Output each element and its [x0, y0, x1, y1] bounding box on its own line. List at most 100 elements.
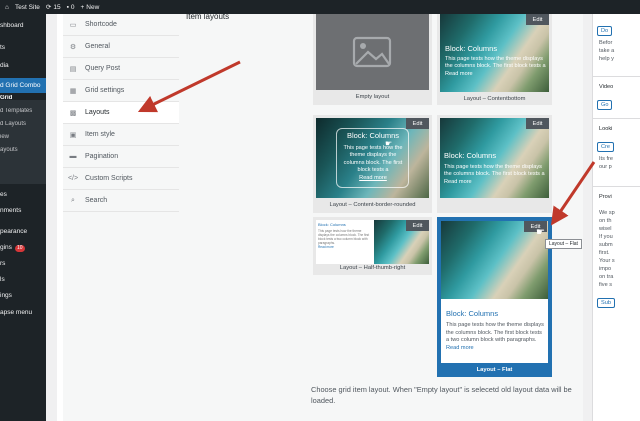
preview-text: This page tests how the theme displays t…	[343, 144, 403, 174]
sidebar-button-1[interactable]: Do	[597, 26, 613, 36]
new-content-link[interactable]: + New	[81, 4, 100, 11]
edit-button[interactable]: Edit	[526, 14, 549, 25]
preview-read-more: Read more	[359, 174, 387, 181]
tab-grid-settings[interactable]: ▦ Grid settings	[63, 80, 179, 102]
layout-card-border-rounded[interactable]: Block: Columns This page tests how the t…	[313, 115, 432, 213]
menu-pages[interactable]: es	[0, 191, 46, 198]
sidebar-text: our p	[599, 164, 612, 170]
preview-text: This page tests how the theme displays t…	[445, 55, 546, 70]
preview-title: Block: Columns	[444, 151, 497, 160]
updates-link[interactable]: ⟳ 15	[45, 3, 61, 12]
sidebar-text: on tra	[599, 274, 614, 280]
submenu-view[interactable]: iew	[0, 134, 46, 140]
edit-button[interactable]: Edit	[526, 118, 549, 129]
comments-count: 0	[70, 3, 75, 11]
sidebar-heading: Provi	[599, 194, 612, 200]
sidebar-button-4[interactable]: Sub	[597, 298, 615, 308]
sidebar-text: subm	[599, 242, 613, 248]
menu-plugins-label: gins	[0, 244, 12, 251]
sidebar-text: first.	[599, 250, 610, 256]
edit-button[interactable]: Edit	[406, 220, 429, 231]
tab-label: Custom Scripts	[85, 175, 133, 182]
settings-tabs: ▭ Shortcode ⚙ General ▤ Query Post ▦ Grid se…	[63, 14, 179, 421]
layout-card-flat[interactable]: Block: Columns This page tests how the t…	[437, 217, 552, 377]
sidebar-text: If you	[599, 234, 613, 240]
menu-settings[interactable]: ings	[0, 292, 46, 299]
layout-card-half-thumb-right[interactable]: Block: Columns This page tests how the t…	[313, 217, 432, 275]
flat-preview: Block: Columns This page tests how the t…	[441, 221, 548, 363]
menu-plugins[interactable]: gins 10	[0, 244, 46, 252]
search-icon: ⌕	[71, 196, 75, 204]
sidebar-heading: Looki	[599, 126, 613, 132]
image-placeholder-icon	[352, 36, 392, 68]
tab-label: Layouts	[85, 109, 110, 116]
sidebar-button-3[interactable]: Cre	[597, 142, 615, 152]
sidebar-text: We sp	[599, 210, 615, 216]
layout-card-contentbottom[interactable]: Block: Columns This page tests how the t…	[437, 14, 552, 105]
code-icon: </>	[67, 175, 79, 182]
menu-comments[interactable]: nments	[0, 207, 46, 214]
preview-title: Block: Columns	[318, 222, 346, 227]
sidebar-text: on th	[599, 218, 612, 224]
tab-pagination[interactable]: ▬ Pagination	[63, 146, 179, 168]
tab-label: General	[85, 43, 110, 50]
comments-link[interactable]: ▪ 0	[67, 4, 75, 11]
sidebar-divider	[593, 76, 640, 77]
tab-label: Item style	[85, 131, 115, 138]
tab-custom-scripts[interactable]: </> Custom Scripts	[63, 168, 179, 190]
menu-users[interactable]: rs	[0, 260, 46, 267]
menu-posts[interactable]: ts	[0, 44, 46, 51]
site-name-link[interactable]: Test Site	[15, 4, 40, 11]
preview-title: Block: Columns	[446, 309, 499, 318]
preview-read-more: Read more	[444, 178, 472, 185]
preview-text: This page tests how the theme displays t…	[446, 322, 544, 343]
shortcode-icon: ▭	[69, 21, 77, 29]
updates-icon: ⟳	[45, 4, 52, 11]
preview-title: Block: Columns	[445, 44, 498, 53]
home-icon[interactable]: ⌂	[5, 4, 9, 11]
edit-tooltip: Layout – Flat	[545, 239, 582, 249]
layout-thumbnail: Block: Columns This page tests how the t…	[440, 118, 549, 198]
sidebar-text: Befor	[599, 40, 613, 46]
submenu-templates[interactable]: d Templates	[0, 108, 46, 114]
preview-read-more: Read more	[318, 245, 334, 249]
tab-search[interactable]: ⌕ Search	[63, 190, 179, 212]
layout-caption: Layout – Content-border-rounded	[329, 202, 416, 208]
sidebar-divider	[593, 186, 640, 187]
tab-item-style[interactable]: ▣ Item style	[63, 124, 179, 146]
layout-description: Choose grid item layout. When "Empty lay…	[311, 385, 572, 405]
tab-query-post[interactable]: ▤ Query Post	[63, 58, 179, 80]
menu-appearance[interactable]: pearance	[0, 228, 46, 235]
pointer-cursor-icon: ☛	[385, 139, 393, 148]
admin-bar: ⌂ Test Site ⟳ 15 ▪ 0 + New	[0, 0, 640, 14]
submenu-grid[interactable]: Grid	[0, 95, 46, 101]
layout-caption: Layout – Contentbottom	[463, 96, 526, 102]
menu-tools[interactable]: ls	[0, 276, 46, 283]
tab-label: Search	[85, 197, 108, 204]
query-icon: ▤	[69, 65, 77, 73]
tab-layouts[interactable]: ▩ Layouts	[63, 102, 179, 124]
pagination-icon: ▬	[69, 153, 77, 160]
menu-grid-combo[interactable]: d Grid Combo	[0, 78, 46, 93]
tab-label: Grid settings	[85, 87, 125, 94]
gear-icon: ⚙	[69, 43, 77, 51]
menu-media[interactable]: dia	[0, 62, 46, 69]
sidebar-button-2[interactable]: Go	[597, 100, 613, 110]
layout-card-fourth[interactable]: Block: Columns This page tests how the t…	[437, 115, 552, 213]
plus-icon: +	[80, 3, 85, 11]
menu-collapse[interactable]: apse menu	[0, 309, 46, 316]
layout-card-empty[interactable]: Empty layout	[313, 14, 432, 105]
plugins-badge: 10	[14, 245, 25, 252]
sidebar-text: help y	[599, 56, 614, 62]
submenu-ayouts[interactable]: ayouts	[0, 147, 46, 153]
sidebar-text: Its fre	[599, 156, 613, 162]
submenu-layouts[interactable]: d Layouts	[0, 121, 46, 127]
tab-shortcode[interactable]: ▭ Shortcode	[63, 14, 179, 36]
tab-general[interactable]: ⚙ General	[63, 36, 179, 58]
menu-dashboard[interactable]: shboard	[0, 22, 46, 29]
edit-button[interactable]: Edit	[406, 118, 429, 129]
tab-label: Query Post	[85, 65, 121, 72]
preview-title: Block: Columns	[346, 131, 400, 140]
sidebar-divider	[593, 118, 640, 119]
sidebar-text: impo	[599, 266, 612, 272]
